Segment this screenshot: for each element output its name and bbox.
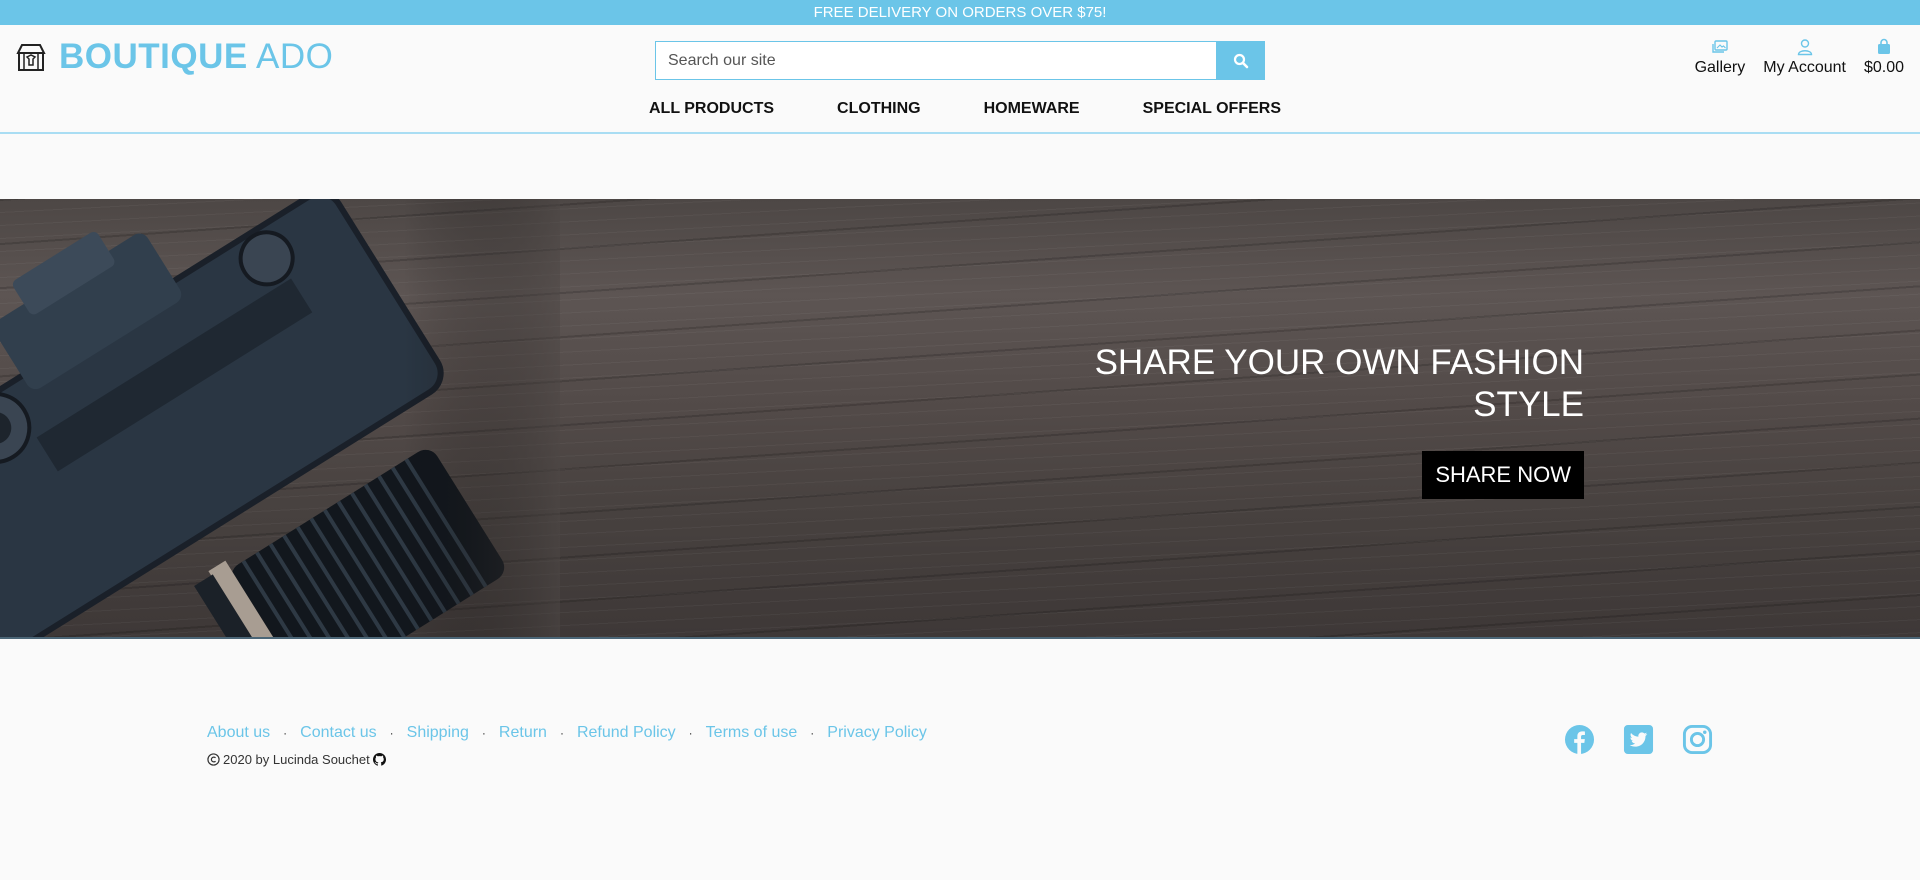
copyright-icon [207, 753, 220, 766]
social-links [1564, 724, 1713, 755]
footer-link-shipping[interactable]: Shipping [407, 724, 469, 742]
brand-name-light: ADO [256, 37, 334, 76]
footer-link-about[interactable]: About us [207, 724, 270, 742]
footer-link-refund[interactable]: Refund Policy [577, 724, 676, 742]
bag-total: $0.00 [1863, 59, 1904, 76]
hero-headline: SHARE YOUR OWN FASHION STYLE [1094, 343, 1584, 424]
github-icon[interactable] [372, 753, 386, 766]
search-button[interactable] [1216, 41, 1265, 80]
facebook-icon[interactable] [1564, 724, 1595, 755]
delivery-banner: FREE DELIVERY ON ORDERS OVER $75! [0, 0, 1920, 25]
gallery-link[interactable]: Gallery [1694, 38, 1746, 77]
account-links: Gallery My Account $0.00 [1695, 38, 1904, 77]
search-icon [1233, 53, 1248, 68]
footer-links: About us · Contact us · Shipping · Retur… [207, 724, 1713, 742]
separator: · [810, 726, 815, 740]
twitter-icon[interactable] [1623, 724, 1654, 755]
footer-link-contact[interactable]: Contact us [300, 724, 376, 742]
hero-section: SHARE YOUR OWN FASHION STYLE SHARE NOW [0, 199, 1920, 639]
nav-all-products[interactable]: ALL PRODUCTS [649, 100, 774, 118]
separator: · [283, 726, 288, 740]
copyright-line: 2020 by Lucinda Souchet [207, 752, 1713, 767]
site-header: BOUTIQUE ADO Gallery My Account [0, 25, 1920, 134]
footer-link-terms[interactable]: Terms of use [706, 724, 798, 742]
gallery-label: Gallery [1694, 59, 1746, 76]
search-form [655, 41, 1265, 80]
site-logo[interactable]: BOUTIQUE ADO [15, 37, 333, 77]
main-nav: ALL PRODUCTS CLOTHING HOMEWARE SPECIAL O… [0, 100, 1920, 118]
separator: · [389, 726, 394, 740]
user-icon [1797, 39, 1812, 56]
my-account-label: My Account [1763, 59, 1846, 76]
footer-link-return[interactable]: Return [499, 724, 547, 742]
shopping-bag-icon [1877, 38, 1890, 54]
search-input[interactable] [655, 41, 1216, 80]
copyright-text: 2020 by Lucinda Souchet [223, 752, 370, 767]
camera-image [0, 199, 560, 637]
site-footer: About us · Contact us · Shipping · Retur… [207, 724, 1713, 767]
store-icon [16, 44, 46, 71]
brand-name-bold: BOUTIQUE [59, 37, 248, 76]
shopping-bag-link[interactable]: $0.00 [1864, 38, 1904, 77]
nav-special-offers[interactable]: SPECIAL OFFERS [1143, 100, 1281, 118]
images-icon [1712, 40, 1728, 53]
nav-homeware[interactable]: HOMEWARE [984, 100, 1080, 118]
share-now-button[interactable]: SHARE NOW [1422, 451, 1584, 499]
nav-clothing[interactable]: CLOTHING [837, 100, 921, 118]
separator: · [559, 726, 564, 740]
instagram-icon[interactable] [1682, 724, 1713, 755]
separator: · [688, 726, 693, 740]
footer-link-privacy[interactable]: Privacy Policy [827, 724, 927, 742]
my-account-link[interactable]: My Account [1763, 38, 1846, 77]
separator: · [481, 726, 486, 740]
